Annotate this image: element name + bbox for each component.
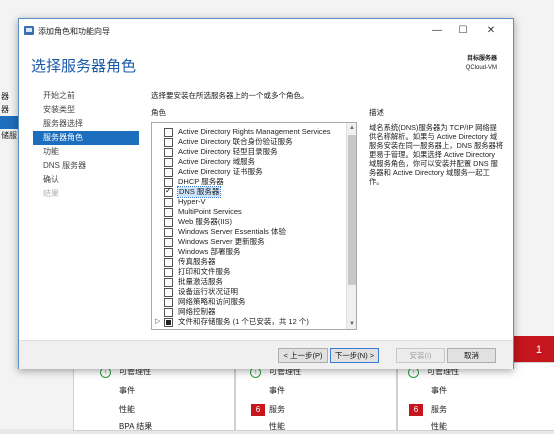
role-checkbox[interactable]	[164, 308, 173, 317]
role-checkbox[interactable]	[164, 168, 173, 177]
role-checkbox[interactable]	[164, 198, 173, 207]
role-label: Active Directory 联合身份验证服务	[178, 137, 293, 146]
background-tile: ↑ 可管理性 事件 性能 BPA 结果	[73, 362, 235, 431]
role-checkbox[interactable]	[164, 268, 173, 277]
step-features[interactable]: 功能	[33, 145, 139, 159]
services-label[interactable]: 服务	[269, 403, 285, 417]
role-checkbox[interactable]	[164, 128, 173, 137]
services-count-badge: 6	[251, 404, 265, 416]
role-checkbox[interactable]	[164, 158, 173, 167]
role-checkbox[interactable]	[164, 148, 173, 157]
services-count-badge: 6	[409, 404, 423, 416]
role-description: 域名系统(DNS)服务器为 TCP/IP 网络提供名称解析。如果与 Active…	[369, 123, 504, 186]
install-button: 安装(I)	[396, 348, 445, 363]
step-installation-type[interactable]: 安装类型	[33, 103, 139, 117]
role-checkbox[interactable]	[164, 208, 173, 217]
roles-list[interactable]: Active Directory Rights Management Servi…	[151, 122, 357, 330]
background-nav-item[interactable]: 器	[0, 90, 20, 103]
add-roles-wizard-dialog: 添加角色和功能向导 — ☐ ✕ 选择服务器角色 目标服务器 QCloud-VM …	[18, 18, 514, 369]
roles-header: 角色	[151, 108, 166, 117]
role-label: 传真服务器	[178, 257, 216, 266]
cancel-button[interactable]: 取消	[447, 348, 496, 363]
step-server-roles[interactable]: 服务器角色	[33, 131, 139, 145]
role-checkbox[interactable]	[164, 288, 173, 297]
step-server-selection[interactable]: 服务器选择	[33, 117, 139, 131]
instruction-text: 选择要安装在所选服务器上的一个或多个角色。	[151, 91, 309, 100]
role-label: Windows Server 更新服务	[178, 237, 265, 246]
alert-count: 1	[535, 344, 542, 356]
next-button[interactable]: 下一步(N) >	[330, 348, 379, 363]
role-checkbox[interactable]	[164, 248, 173, 257]
role-label: Windows Server Essentials 体验	[178, 227, 286, 236]
events-label[interactable]: 事件	[119, 384, 135, 398]
role-checkbox[interactable]	[164, 258, 173, 267]
description-header: 描述	[369, 108, 384, 117]
role-label: Active Directory 域服务	[178, 157, 256, 166]
maximize-icon[interactable]: ☐	[453, 22, 473, 40]
role-label: DHCP 服务器	[178, 177, 224, 186]
minimize-icon[interactable]: —	[427, 22, 447, 40]
background-nav-item[interactable]: 器	[0, 103, 20, 116]
roles-scrollbar[interactable]: ▲ ▼	[346, 123, 356, 329]
bpa-label[interactable]: BPA 结果	[119, 420, 152, 434]
events-label[interactable]: 事件	[269, 384, 285, 398]
role-checkbox[interactable]	[164, 218, 173, 227]
role-checkbox[interactable]	[164, 138, 173, 147]
previous-button[interactable]: < 上一步(P)	[278, 348, 328, 363]
wizard-footer: < 上一步(P) 下一步(N) > 安装(I) 取消	[19, 340, 513, 369]
events-label[interactable]: 事件	[431, 384, 447, 398]
role-label: Web 服务器(IIS)	[178, 217, 233, 226]
role-label: 打印和文件服务	[178, 267, 231, 276]
wizard-steps: 开始之前 安装类型 服务器选择 服务器角色 功能 DNS 服务器 确认 结果	[33, 89, 139, 201]
role-label: 网络策略和访问服务	[178, 297, 246, 306]
role-label: Hyper-V	[178, 197, 206, 206]
role-checkbox[interactable]	[164, 186, 173, 197]
background-nav-item[interactable]: 储服	[0, 129, 20, 142]
role-label: Windows 部署服务	[178, 247, 241, 256]
scroll-down-icon[interactable]: ▼	[347, 319, 356, 329]
step-results: 结果	[43, 189, 59, 198]
role-label: 批量激活服务	[178, 277, 223, 286]
role-label: 文件和存储服务 (1 个已安装，共 12 个)	[178, 317, 309, 326]
destination-server-value: QCloud-VM	[465, 65, 497, 71]
scroll-up-icon[interactable]: ▲	[347, 123, 356, 133]
scroll-thumb[interactable]	[348, 135, 356, 285]
role-label: 设备运行状况证明	[178, 287, 238, 296]
role-label: Active Directory 轻型目录服务	[178, 147, 278, 156]
step-before-you-begin[interactable]: 开始之前	[33, 89, 139, 103]
expand-arrow-icon[interactable]: ▷	[155, 317, 160, 327]
destination-server-label: 目标服务器	[466, 56, 497, 62]
performance-label[interactable]: 性能	[269, 420, 285, 434]
background-tile: ↑ 可管理性 事件 6 服务 性能	[235, 362, 397, 431]
role-checkbox[interactable]	[164, 318, 173, 327]
role-checkbox[interactable]	[164, 228, 173, 237]
role-label: Active Directory 证书服务	[178, 167, 263, 176]
step-confirmation[interactable]: 确认	[33, 173, 139, 187]
wizard-app-icon	[24, 26, 34, 35]
destination-server: 目标服务器 QCloud-VM	[466, 55, 497, 73]
step-dns-server[interactable]: DNS 服务器	[33, 159, 139, 173]
role-checkbox[interactable]	[164, 298, 173, 307]
page-title: 选择服务器角色	[31, 58, 137, 75]
performance-label[interactable]: 性能	[119, 403, 135, 417]
services-label[interactable]: 服务	[431, 403, 447, 417]
role-checkbox[interactable]	[164, 238, 173, 247]
window-title: 添加角色和功能向导	[38, 27, 110, 36]
role-label: DNS 服务器	[176, 186, 222, 198]
role-label: Active Directory Rights Management Servi…	[178, 127, 331, 136]
role-checkbox[interactable]	[164, 278, 173, 287]
role-label: MultiPoint Services	[178, 207, 242, 216]
background-tile: ↑ 可管理性 事件 6 服务 性能	[397, 362, 554, 431]
close-icon[interactable]: ✕	[481, 22, 501, 40]
title-bar[interactable]: 添加角色和功能向导 — ☐ ✕	[19, 19, 513, 43]
background-nav-item-selected[interactable]	[0, 116, 20, 129]
background-left-nav: 器 器 储服	[0, 90, 20, 170]
performance-label[interactable]: 性能	[431, 420, 447, 434]
role-label: 网络控制器	[178, 307, 216, 316]
